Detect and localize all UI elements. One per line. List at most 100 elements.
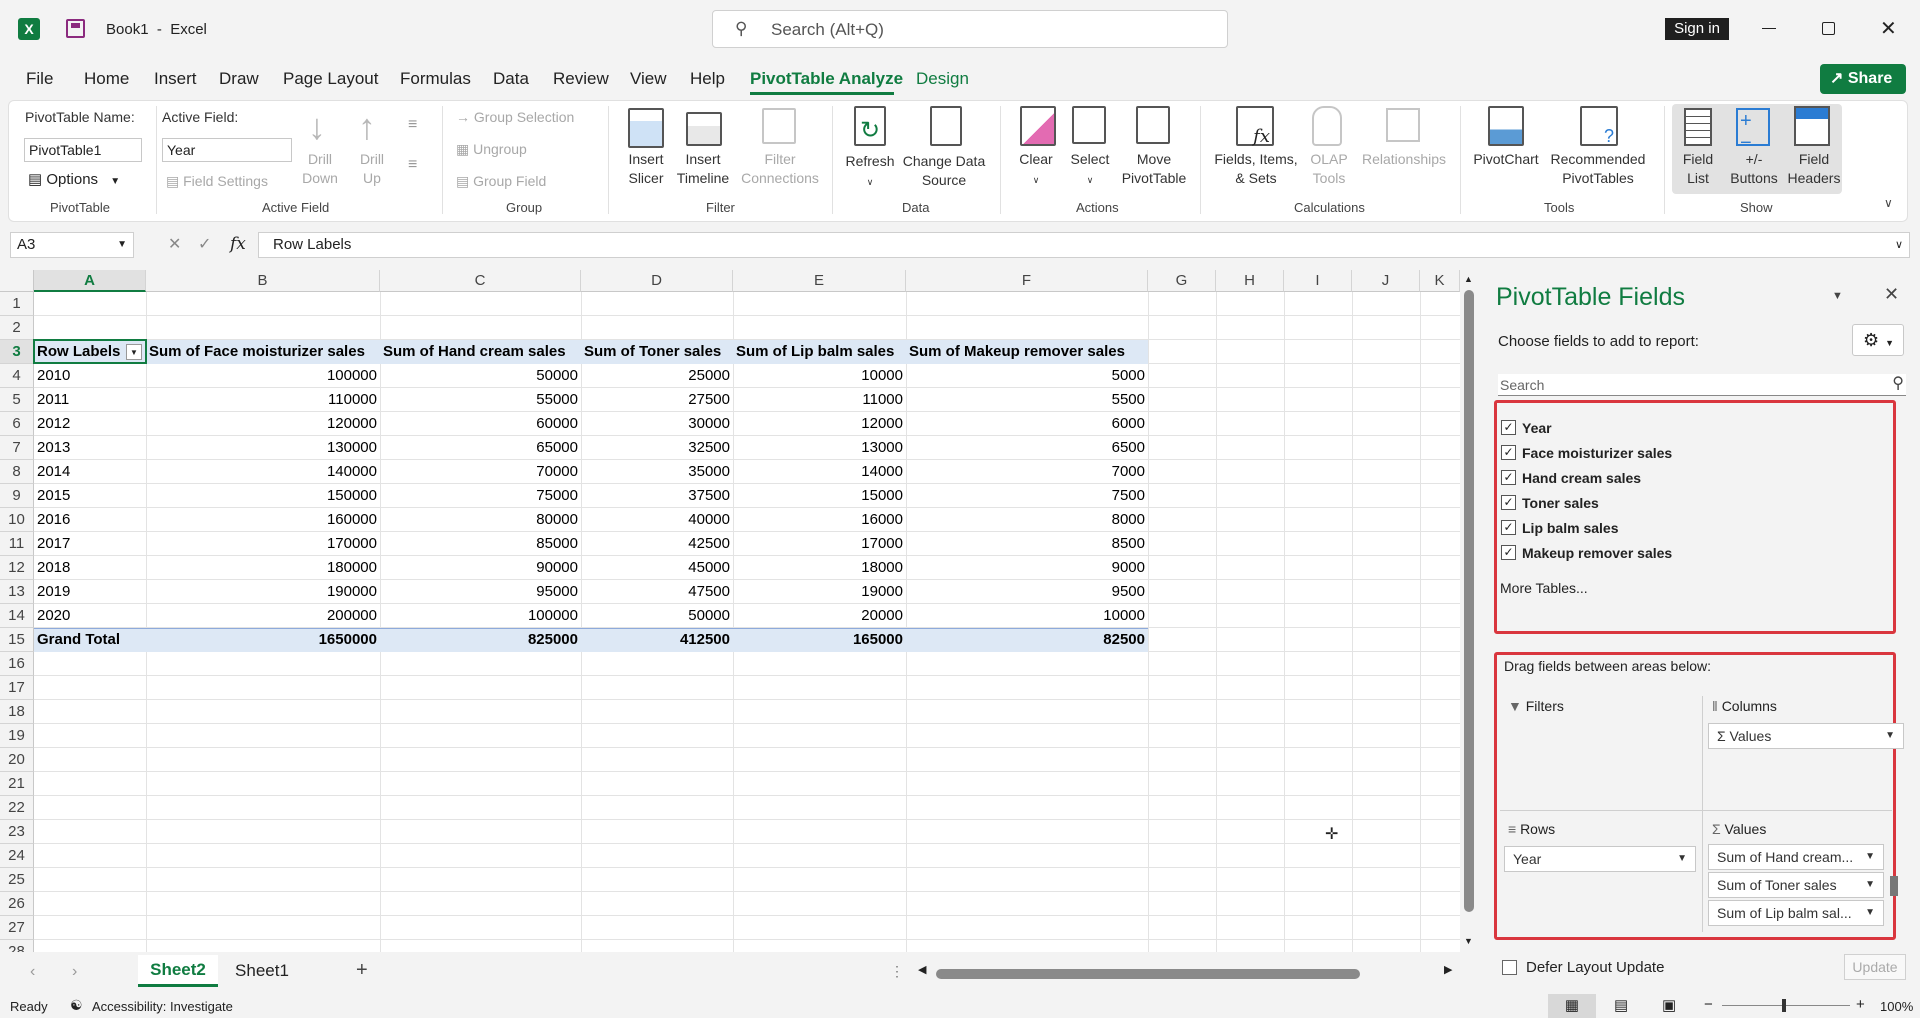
defer-checkbox[interactable] [1502,960,1517,975]
pane-options-icon[interactable]: ▼ [1832,290,1843,302]
row-header[interactable]: 22 [0,796,34,820]
drill-up-button[interactable]: Drill Up [352,150,392,188]
menu-draw[interactable]: Draw [219,69,259,89]
column-header[interactable]: H [1216,270,1284,292]
ungroup-button[interactable]: ▦ Ungroup [456,140,527,159]
menu-file[interactable]: File [26,69,53,89]
field-checkbox-hand-cream[interactable]: ✓ [1501,470,1516,485]
row-labels-filter-button[interactable]: ▼ [126,344,142,360]
normal-view-icon[interactable]: ▦ [1548,994,1596,1018]
row-header[interactable]: 9 [0,484,34,508]
name-box[interactable]: A3 ▼ [10,232,134,258]
column-header[interactable]: A [34,270,146,292]
value-cell[interactable]: 9000 [909,556,1145,580]
value-cell[interactable]: 8500 [909,532,1145,556]
values-item-lip-balm[interactable]: Sum of Lip balm sal... ▼ [1708,900,1884,926]
value-cell[interactable]: 60000 [383,412,578,436]
grand-total-value[interactable]: 165000 [736,628,903,652]
zoom-in-icon[interactable]: + [1856,996,1865,1013]
value-cell[interactable]: 42500 [584,532,730,556]
value-cell[interactable]: 50000 [383,364,578,388]
menu-insert[interactable]: Insert [154,69,197,89]
expand-formula-icon[interactable]: ∨ [1895,233,1903,257]
value-cell[interactable]: 85000 [383,532,578,556]
row-header[interactable]: 24 [0,844,34,868]
menu-view[interactable]: View [630,69,667,89]
collapse-field-icon[interactable]: ≡ [408,156,417,174]
field-checkbox-lip-balm[interactable]: ✓ [1501,520,1516,535]
value-cell[interactable]: 200000 [149,604,377,628]
scroll-thumb[interactable] [1464,290,1474,912]
value-cell[interactable]: 16000 [736,508,903,532]
field-checkbox-year[interactable]: ✓ [1501,420,1516,435]
field-headers-button[interactable]: Field Headers [1786,150,1842,188]
row-header[interactable]: 5 [0,388,34,412]
value-cell[interactable]: 10000 [909,604,1145,628]
options-button[interactable]: ▤ Options ▼ [28,170,120,188]
value-cell[interactable]: 6000 [909,412,1145,436]
move-pivottable-button[interactable]: Move PivotTable [1116,150,1192,188]
row-header[interactable]: 7 [0,436,34,460]
field-year[interactable]: Year [1522,420,1552,436]
value-cell[interactable]: 50000 [584,604,730,628]
value-cell[interactable]: 15000 [736,484,903,508]
expand-field-icon[interactable]: ≡ [408,116,417,134]
restore-icon[interactable] [1822,22,1835,35]
value-cell[interactable]: 11000 [736,388,903,412]
grand-total-label[interactable]: Grand Total [37,628,143,652]
value-cell[interactable]: 27500 [584,388,730,412]
menu-design[interactable]: Design [916,69,969,89]
values-scrollbar[interactable] [1890,850,1900,924]
zoom-slider[interactable] [1722,999,1850,1012]
grand-total-value[interactable]: 82500 [909,628,1145,652]
row-header[interactable]: 12 [0,556,34,580]
grand-total-value[interactable]: 825000 [383,628,578,652]
pane-close-icon[interactable]: ✕ [1884,284,1899,305]
value-cell[interactable]: 12000 [736,412,903,436]
field-toner[interactable]: Toner sales [1522,495,1599,511]
zoom-slider-thumb[interactable] [1782,999,1786,1012]
row-header[interactable]: 15 [0,628,34,652]
pivot-column-header[interactable]: Sum of Face moisturizer sales [149,340,377,364]
value-cell[interactable]: 25000 [584,364,730,388]
prev-sheet-icon[interactable]: ‹ [30,963,35,981]
value-cell[interactable]: 13000 [736,436,903,460]
change-data-source-button[interactable]: Change Data Source [898,152,990,190]
cancel-icon[interactable]: ✕ [168,234,181,254]
share-button[interactable]: ↗ Share [1820,64,1906,94]
value-cell[interactable]: 100000 [149,364,377,388]
spreadsheet-grid[interactable]: A B C D E F G H I J K 1 2 3 4 5 6 7 8 9 10 11 12 13 14 15 16 17 18 19… [0,270,1460,952]
value-cell[interactable]: 10000 [736,364,903,388]
horizontal-scroll-right-icon[interactable]: ▶ [1444,963,1452,976]
menu-home[interactable]: Home [84,69,129,89]
close-icon[interactable]: ✕ [1880,16,1897,41]
value-cell[interactable]: 110000 [149,388,377,412]
grand-total-value[interactable]: 1650000 [149,628,377,652]
value-cell[interactable]: 7000 [909,460,1145,484]
value-cell[interactable]: 130000 [149,436,377,460]
select-button[interactable]: Select ∨ [1066,150,1114,190]
plus-minus-buttons-button[interactable]: +/- Buttons [1726,150,1782,188]
value-cell[interactable]: 32500 [584,436,730,460]
search-box[interactable]: ⚲ Search (Alt+Q) [712,10,1228,48]
formula-input[interactable]: Row Labels ∨ [258,232,1910,258]
column-header[interactable]: D [581,270,733,292]
add-sheet-button[interactable]: + [356,959,368,982]
field-search-input[interactable]: Search ⚲ [1498,374,1906,396]
value-cell[interactable]: 14000 [736,460,903,484]
pivottable-name-input[interactable]: PivotTable1 [24,138,142,162]
value-cell[interactable]: 55000 [383,388,578,412]
row-label[interactable]: 2018 [37,556,143,580]
more-tables-link[interactable]: More Tables... [1500,580,1588,596]
sheet-tab-active[interactable]: Sheet2 [138,955,218,987]
row-header[interactable]: 14 [0,604,34,628]
value-cell[interactable]: 90000 [383,556,578,580]
row-header[interactable]: 25 [0,868,34,892]
menu-review[interactable]: Review [553,69,609,89]
next-sheet-icon[interactable]: › [72,963,77,981]
fields-items-sets-button[interactable]: Fields, Items, & Sets [1210,150,1302,188]
row-header[interactable]: 27 [0,916,34,940]
page-layout-view-icon[interactable]: ▤ [1614,996,1628,1014]
value-cell[interactable]: 180000 [149,556,377,580]
values-scroll-thumb[interactable] [1890,876,1898,896]
